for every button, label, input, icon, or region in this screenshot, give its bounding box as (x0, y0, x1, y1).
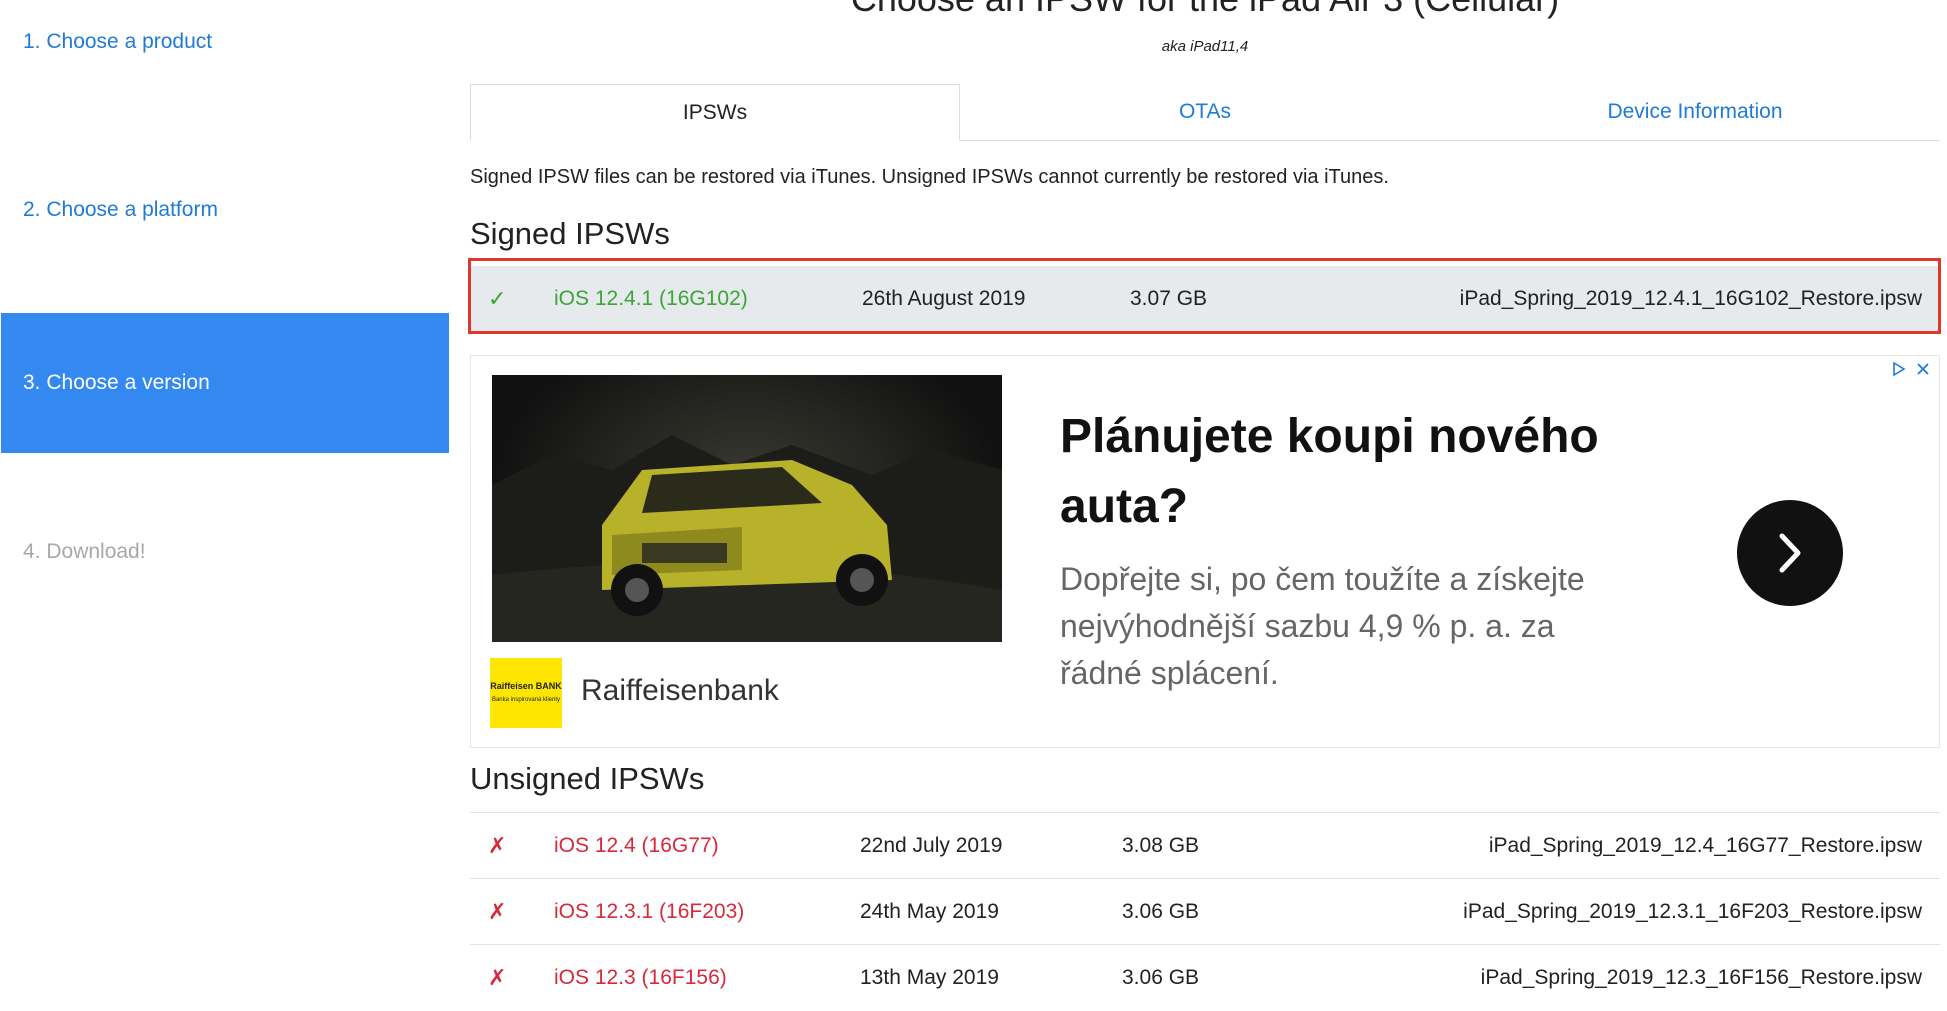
table-row[interactable]: ✗ iOS 12.4 (16G77) 22nd July 2019 3.08 G… (470, 812, 1940, 879)
unsigned-cross-icon: ✗ (488, 833, 507, 858)
signed-ipsws-heading: Signed IPSWs (470, 216, 670, 251)
sidebar-step-choose-version[interactable]: 3. Choose a version (1, 313, 449, 453)
sidebar-step-download: 4. Download! (23, 540, 146, 563)
advertisement[interactable]: Raiffeisen BANK Banka inspirovaná klient… (470, 355, 1940, 748)
chevron-right-icon (1779, 533, 1801, 573)
filename-cell[interactable]: iPad_Spring_2019_12.3.1_16F203_Restore.i… (1463, 879, 1922, 945)
unsigned-cross-icon: ✗ (488, 965, 507, 990)
adchoices-icon[interactable] (1891, 361, 1907, 377)
size-cell: 3.06 GB (1122, 900, 1200, 923)
date-cell: 13th May 2019 (860, 966, 999, 989)
ad-controls[interactable] (1891, 360, 1931, 378)
sidebar-step-choose-platform[interactable]: 2. Choose a platform (1, 198, 449, 222)
table-row[interactable]: ✗ iOS 12.3.1 (16F203) 24th May 2019 3.06… (470, 878, 1940, 945)
tab-otas[interactable]: OTAs (960, 84, 1450, 140)
tab-bar: IPSWs OTAs Device Information (470, 84, 1940, 141)
ad-body: Dopřejte si, po čem toužíte a získejte n… (1060, 561, 1585, 691)
page-title: Choose an IPSW for the iPad Air 3 (Cellu… (470, 0, 1940, 20)
version-cell[interactable]: iOS 12.4 (16G77) (554, 813, 719, 879)
selection-highlight (468, 258, 1941, 334)
version-cell[interactable]: iOS 12.3.1 (16F203) (554, 879, 744, 945)
size-cell: 3.08 GB (1122, 834, 1200, 857)
raiffeisen-logo[interactable]: Raiffeisen BANK Banka inspirovaná klient… (490, 658, 562, 728)
car-photo[interactable] (492, 375, 1002, 642)
step-link[interactable]: 2. Choose a platform (23, 198, 218, 221)
tab-device-information[interactable]: Device Information (1450, 84, 1940, 140)
filename-cell[interactable]: iPad_Spring_2019_12.3_16F156_Restore.ips… (1481, 945, 1922, 1011)
filename-cell[interactable]: iPad_Spring_2019_12.4_16G77_Restore.ipsw (1489, 813, 1922, 879)
size-cell: 3.06 GB (1122, 966, 1200, 989)
step-link[interactable]: 1. Choose a product (23, 30, 212, 53)
unsigned-ipsws-heading: Unsigned IPSWs (470, 761, 705, 796)
date-cell: 22nd July 2019 (860, 834, 1003, 857)
restore-note: Signed IPSW files can be restored via iT… (470, 166, 1389, 188)
table-row[interactable]: ✗ iOS 12.3 (16F156) 13th May 2019 3.06 G… (470, 944, 1940, 1011)
ad-headline[interactable]: Plánujete koupi nového auta? (1060, 402, 1630, 542)
date-cell: 24th May 2019 (860, 900, 999, 923)
sidebar-step-choose-product[interactable]: 1. Choose a product (1, 30, 449, 54)
version-cell[interactable]: iOS 12.3 (16F156) (554, 945, 727, 1011)
close-icon[interactable] (1915, 361, 1931, 377)
advertiser-name[interactable]: Raiffeisenbank (581, 674, 779, 708)
unsigned-cross-icon: ✗ (488, 899, 507, 924)
ad-go-button[interactable] (1737, 500, 1843, 606)
tab-ipsws[interactable]: IPSWs (470, 84, 960, 141)
device-identifier: aka iPad11,4 (1161, 38, 1249, 55)
